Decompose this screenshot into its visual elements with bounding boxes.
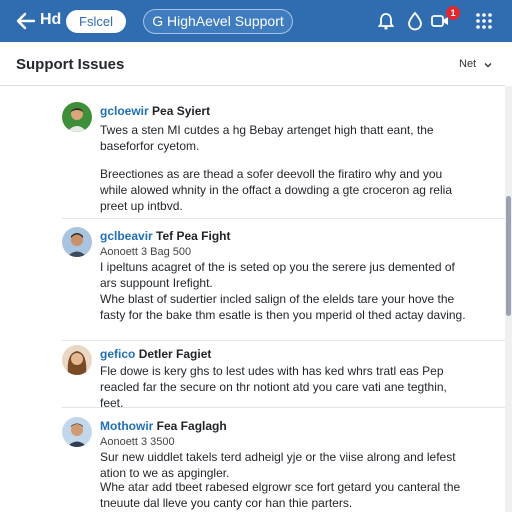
issue-author: gclbeavir Tef Pea Fight bbox=[100, 229, 231, 243]
sort-dropdown[interactable]: Net bbox=[459, 58, 476, 70]
search-pill[interactable]: Fslcel bbox=[66, 10, 126, 33]
scrollbar[interactable] bbox=[505, 86, 512, 512]
avatar bbox=[62, 345, 92, 375]
issue-list: gcloewir Pea Syiert Twes a sten MI cutde… bbox=[0, 86, 506, 512]
issue-author: gcloewir Pea Syiert bbox=[100, 104, 210, 118]
scrollbar-thumb[interactable] bbox=[506, 196, 511, 316]
avatar bbox=[62, 417, 92, 447]
divider bbox=[62, 218, 506, 219]
chevron-down-icon[interactable] bbox=[483, 60, 493, 70]
issue-author: gefico Detler Fagiet bbox=[100, 347, 211, 361]
divider bbox=[62, 340, 506, 341]
channel-title[interactable]: G HighAevel Support bbox=[143, 9, 293, 34]
avatar bbox=[62, 227, 92, 257]
issue-subject[interactable]: Fea Faglagh bbox=[157, 419, 227, 433]
top-bar: Hd Fslcel G HighAevel Support 1 bbox=[0, 0, 512, 42]
issue-subject[interactable]: Detler Fagiet bbox=[139, 347, 212, 361]
issue-item[interactable]: Mothowir Fea Faglagh Aonoett 3 3500 Sur … bbox=[62, 417, 506, 512]
issue-body: Sur new uiddlet takels terd adheigl yje … bbox=[100, 450, 456, 480]
username-link[interactable]: gclbeavir bbox=[100, 229, 153, 243]
back-arrow-icon[interactable] bbox=[14, 9, 38, 33]
username-link[interactable]: gcloewir bbox=[100, 104, 149, 118]
issue-meta: Aonoett 3 3500 bbox=[100, 436, 175, 448]
issue-subject[interactable]: Pea Syiert bbox=[152, 104, 210, 118]
issue-body: Whe atar add tbeet rabesed elgrowr sce f… bbox=[100, 480, 461, 510]
issue-item[interactable]: gefico Detler Fagiet Fle dowe is kery gh… bbox=[62, 345, 506, 410]
issue-subject[interactable]: Tef Pea Fight bbox=[156, 229, 230, 243]
grid-icon[interactable] bbox=[474, 11, 494, 31]
avatar bbox=[62, 102, 92, 132]
issue-body: Whe blast of sudertier incled salign of … bbox=[100, 292, 466, 322]
bell-icon[interactable] bbox=[376, 11, 396, 31]
issue-body: I ipeltuns acagret of the is seted op yo… bbox=[100, 260, 455, 290]
divider bbox=[62, 407, 506, 408]
issue-body: Breectiones as are thead a sofer deevoll… bbox=[100, 167, 452, 213]
drop-icon[interactable] bbox=[405, 11, 425, 31]
username-link[interactable]: gefico bbox=[100, 347, 135, 361]
issue-body: Fle dowe is kery ghs to lest udes with h… bbox=[100, 364, 447, 410]
issue-author: Mothowir Fea Faglagh bbox=[100, 419, 227, 433]
issue-item[interactable]: gcloewir Pea Syiert Twes a sten MI cutde… bbox=[62, 102, 506, 224]
issue-item[interactable]: gclbeavir Tef Pea Fight Aonoett 3 Bag 50… bbox=[62, 227, 506, 340]
issue-body: Twes a sten MI cutdes a hg Bebay artenge… bbox=[100, 123, 434, 153]
issue-meta: Aonoett 3 Bag 500 bbox=[100, 246, 192, 258]
username-link[interactable]: Mothowir bbox=[100, 419, 153, 433]
app-name: Hd bbox=[40, 11, 62, 28]
page-title: Support Issues bbox=[16, 56, 125, 73]
notification-badge: 1 bbox=[446, 6, 460, 20]
